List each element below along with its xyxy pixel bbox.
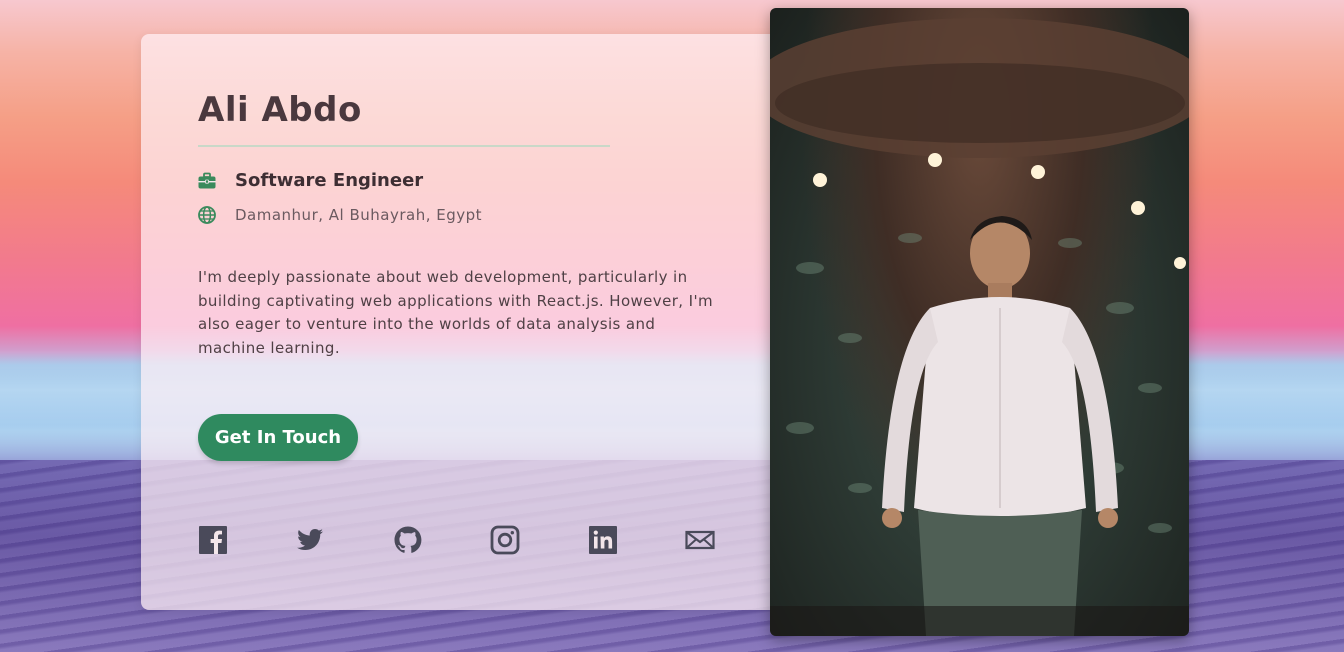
github-icon[interactable]	[393, 525, 423, 555]
job-title: Software Engineer	[235, 170, 424, 191]
get-in-touch-button[interactable]: Get In Touch	[198, 414, 358, 461]
briefcase-icon	[198, 172, 216, 190]
name-divider	[198, 145, 610, 147]
twitter-icon[interactable]	[295, 525, 325, 555]
job-row: Software Engineer	[198, 170, 423, 191]
email-icon[interactable]	[685, 525, 715, 555]
linkedin-icon[interactable]	[588, 525, 618, 555]
globe-icon	[198, 206, 216, 224]
social-links	[198, 525, 718, 555]
facebook-icon[interactable]	[198, 525, 228, 555]
bio-text: I'm deeply passionate about web developm…	[198, 268, 713, 357]
location-text: Damanhur, Al Buhayrah, Egypt	[235, 206, 483, 224]
location-row: Damanhur, Al Buhayrah, Egypt	[198, 206, 482, 224]
profile-card: Ali Abdo Software Engineer Damanhur, Al …	[141, 34, 781, 610]
profile-name: Ali Abdo	[198, 90, 362, 130]
instagram-icon[interactable]	[490, 525, 520, 555]
profile-photo	[770, 8, 1189, 636]
